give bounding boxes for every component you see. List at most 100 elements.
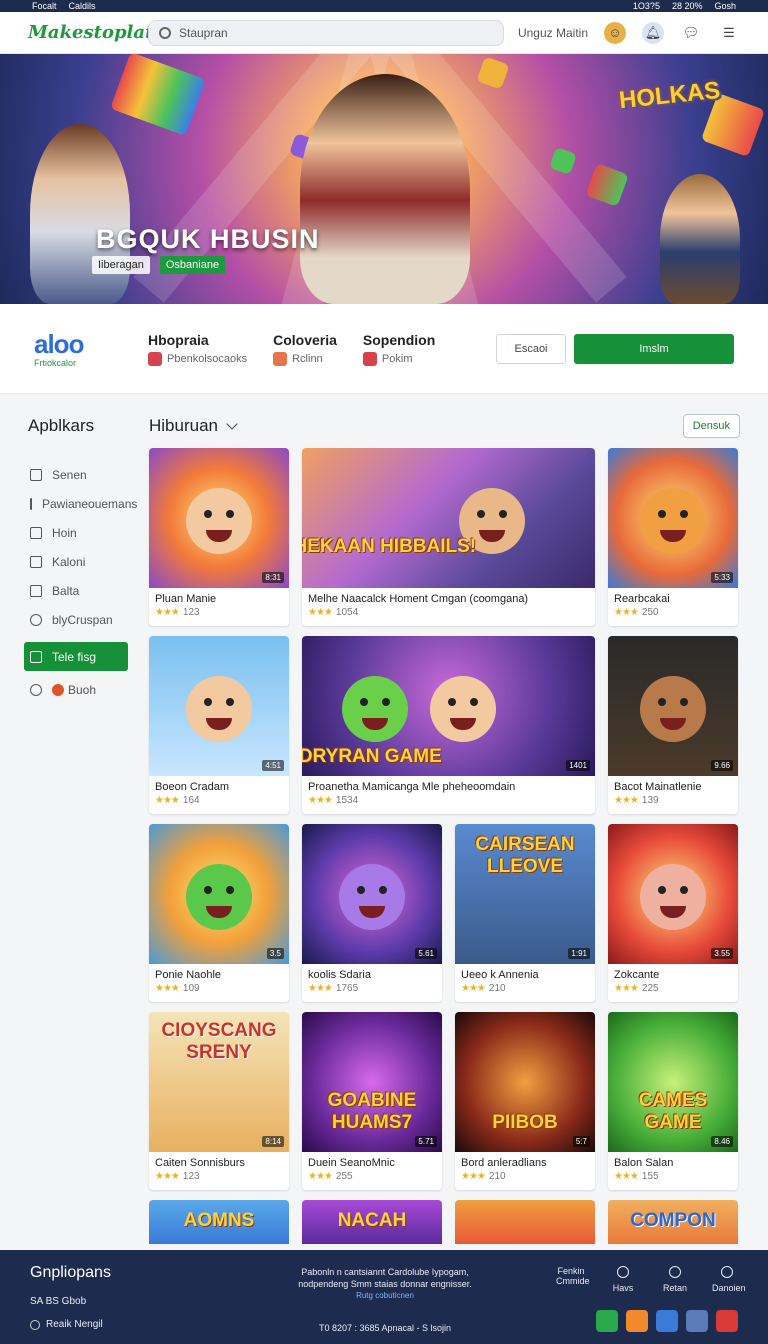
footer-link[interactable]: Rutg cobuticnen	[270, 1290, 500, 1302]
app-thumbnail: PIIBOB 5:7	[455, 1012, 595, 1152]
footer-link[interactable]: SA BS Gbob	[30, 1296, 111, 1307]
app-card[interactable]: 3.55 Zokcante ★★★ 225	[608, 824, 738, 1002]
social-icon[interactable]	[596, 1310, 618, 1332]
secondary-button[interactable]: Escaoi	[496, 333, 566, 364]
footer-nav-item[interactable]: Havs	[608, 1266, 638, 1293]
app-card[interactable]: 9.66 Bacot Mainatlenie ★★★ 139	[608, 636, 738, 814]
gem-decoration	[110, 54, 206, 136]
app-name: Pluan Manie	[155, 593, 217, 605]
app-card[interactable]: CAIRSEAN LLEOVE 1:91 Ueeo k Annenia ★★★ 2…	[455, 824, 595, 1002]
featured-col-sub: Pokim	[381, 352, 413, 365]
app-name: Caiten Sonnisburs	[155, 1157, 245, 1169]
user-name[interactable]: Unguz Maitin	[518, 26, 588, 40]
app-card[interactable]: 3.5 Ponie Naohle ★★★ 109	[149, 824, 289, 1002]
app-name: Zokcante	[614, 969, 660, 981]
sidebar-item-active[interactable]: Tele fisg	[24, 642, 128, 671]
radio-icon	[30, 1319, 40, 1330]
footer-nav-item[interactable]: Fenkin Cmmide	[556, 1266, 590, 1293]
character-art	[430, 676, 497, 742]
character-art	[342, 676, 409, 742]
sidebar-item[interactable]: Kaloni	[24, 547, 128, 576]
search-input[interactable]: Staupran	[148, 19, 504, 46]
app-rating: ★★★ 1054	[308, 607, 359, 618]
sidebar-item[interactable]: Hoin	[24, 518, 128, 547]
app-thumbnail: PHEKAAN HIBBAILS!	[302, 448, 595, 588]
social-icon[interactable]	[686, 1310, 708, 1332]
circle-icon	[669, 1266, 681, 1278]
character-left	[30, 124, 130, 304]
app-card[interactable]: 5:33 Rearbcakai ★★★ 250	[608, 448, 738, 626]
app-thumbnail-partial[interactable]: NACAH	[302, 1200, 442, 1244]
sidebar-item[interactable]: Buoh	[24, 675, 128, 704]
sidebar-item[interactable]: Balta	[24, 576, 128, 605]
hero-tag[interactable]: Iiberagan	[92, 256, 150, 274]
app-grid: 8:31 Pluan Manie ★★★123 PHEKAAN HIBBAILS…	[149, 448, 740, 1190]
featured-logo[interactable]: aloo Frtiokcalor	[34, 329, 148, 368]
sidebar-item[interactable]: Pawianeouemans	[24, 489, 137, 518]
app-thumbnail-partial[interactable]	[455, 1200, 595, 1244]
featured-col: Sopendion Pokim	[362, 332, 435, 366]
app-card[interactable]: HDRYRAN GAME 1401 Proanetha Mamicanga Ml…	[302, 636, 595, 814]
flag-icon	[273, 351, 288, 366]
app-logo[interactable]: Makestoplate	[28, 22, 165, 43]
category-title[interactable]: Hiburuan	[149, 416, 218, 436]
footer-link[interactable]: Reaik Nengil	[30, 1319, 111, 1330]
menu-icon[interactable]: ☰	[718, 22, 740, 44]
social-icon[interactable]	[626, 1310, 648, 1332]
game-banner-text: NACAH	[337, 1210, 407, 1231]
app-thumbnail-partial[interactable]: AOMNS	[149, 1200, 289, 1244]
content-area: Hiburuan Densuk 8:31 Pluan Manie ★★★ 123 …	[144, 394, 768, 1244]
app-name: Duein SeanoMnic	[308, 1157, 395, 1169]
social-icon[interactable]	[716, 1310, 738, 1332]
hero-tag-active[interactable]: Osbaniane	[159, 256, 226, 274]
app-card[interactable]: PIIBOB 5:7 Bord anleradlians ★★★ 210	[455, 1012, 595, 1190]
footer-nav-item[interactable]: Danoien	[712, 1266, 746, 1293]
app-thumbnail: 4:51	[149, 636, 289, 776]
social-icon[interactable]	[656, 1310, 678, 1332]
app-card[interactable]: PHEKAAN HIBBAILS! Melhe Naacalck Homent …	[302, 448, 595, 626]
notification-icon[interactable]: 🔔︎	[642, 21, 664, 44]
app-card[interactable]: 8:31 Pluan Manie ★★★ 123	[149, 448, 289, 626]
app-card[interactable]: CAMES GAME 8.46 Balon Salan ★★★ 155	[608, 1012, 738, 1190]
status-text-1: Focalt	[32, 1, 57, 11]
star-icon: ★★★	[461, 1171, 486, 1182]
character-art	[640, 864, 706, 930]
app-thumbnail: 5.61	[302, 824, 442, 964]
footer-nav-item[interactable]: Retan	[660, 1266, 690, 1293]
footer-about: Pabonln n cantsiannt Cardolube Iypogam, …	[270, 1266, 500, 1334]
app-thumbnail: 3.5	[149, 824, 289, 964]
install-button[interactable]: Imslm	[574, 333, 734, 364]
game-banner-text: CAIRSEAN LLEOVE	[475, 834, 575, 877]
duration-badge: 1401	[566, 760, 590, 771]
duration-badge: 1:91	[568, 948, 590, 959]
app-card[interactable]: GOABINE HUAMS7 5.71 Duein SeanoMnic ★★★ 2…	[302, 1012, 442, 1190]
game-banner-text: PIIBOB	[492, 1112, 558, 1133]
app-thumbnail-partial[interactable]: COMPON	[608, 1200, 738, 1244]
chat-icon[interactable]: 💬︎	[680, 22, 702, 44]
avatar[interactable]: ☺	[604, 21, 626, 44]
sort-button[interactable]: Densuk	[682, 414, 740, 438]
hero-banner[interactable]: HOLKAS BGQUK HBUSIN Iiberagan Osbaniane	[0, 54, 768, 304]
duration-badge: 8:14	[262, 1136, 284, 1147]
search-icon	[159, 26, 171, 39]
status-text-2: Caldils	[68, 1, 96, 11]
star-icon: ★★★	[614, 983, 639, 994]
app-card[interactable]: CIOYSCANG SRENY 8:14 Caiten Sonnisburs ★…	[149, 1012, 289, 1190]
app-card[interactable]: 5.61 koolis Sdaria ★★★ 1765	[302, 824, 442, 1002]
app-rating: ★★★ 1534	[308, 795, 359, 806]
copyright: T0 8207 : 3685 Apnacal - S lsojin	[318, 1323, 452, 1333]
game-banner-text: CIOYSCANG SRENY	[161, 1020, 277, 1063]
footer-title: Gnpliopans	[30, 1264, 111, 1281]
chevron-down-icon[interactable]	[226, 418, 238, 430]
gem-decoration	[476, 56, 510, 90]
partial-row: AOMNS NACAH COMPON	[149, 1200, 740, 1244]
sidebar-item[interactable]: Senen	[24, 460, 128, 489]
bell-icon	[617, 1266, 629, 1278]
app-thumbnail: CAIRSEAN LLEOVE 1:91	[455, 824, 595, 964]
app-thumbnail: 5:33	[608, 448, 738, 588]
star-icon: ★★★	[614, 795, 639, 806]
duration-badge: 5.61	[415, 948, 437, 959]
app-rating: ★★★ 123	[155, 607, 200, 618]
app-card[interactable]: 4:51 Boeon Cradam ★★★ 164	[149, 636, 289, 814]
sidebar-item[interactable]: blyCruspan	[24, 605, 128, 634]
